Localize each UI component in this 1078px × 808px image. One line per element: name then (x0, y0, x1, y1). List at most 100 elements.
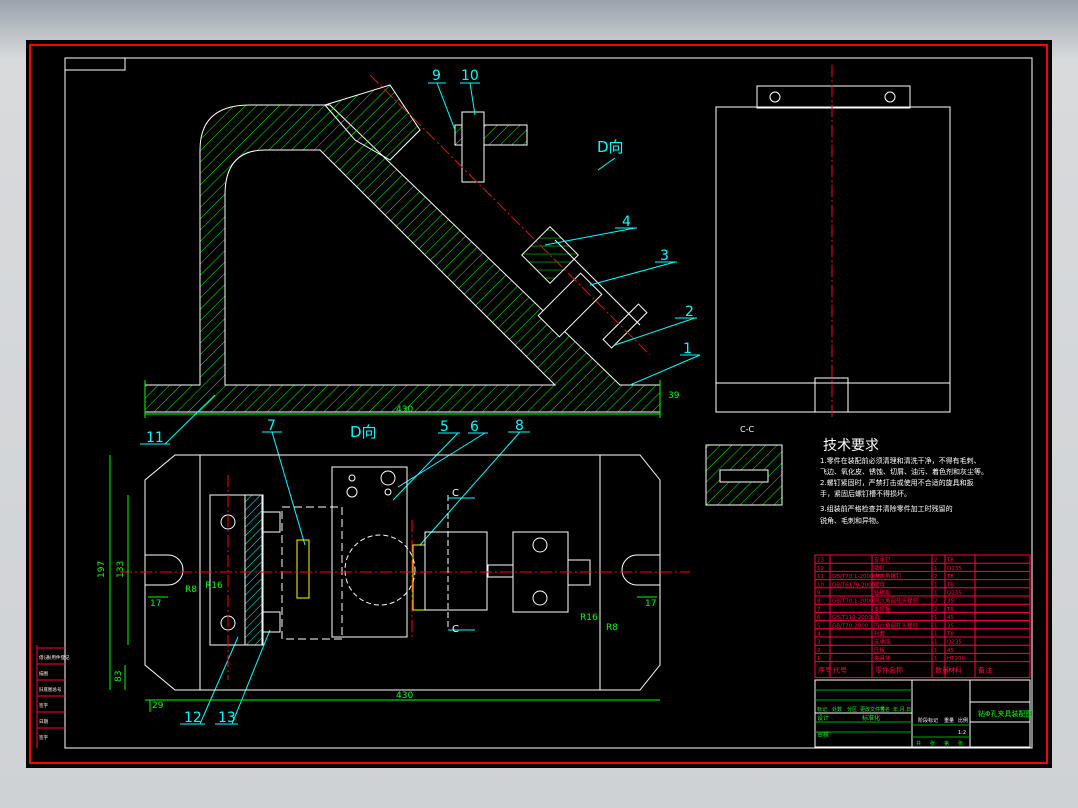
parts-cell: T8 (946, 607, 954, 613)
dim-top-length: 430 (396, 691, 413, 701)
balloon-10: 10 (461, 68, 479, 84)
parts-cell: 销 (874, 613, 880, 621)
parts-cell: 支承钉 (874, 556, 891, 564)
parts-cell: T8 (946, 582, 954, 588)
view-label-d: D向 (597, 138, 624, 156)
parts-cell: HT200 (947, 656, 965, 662)
parts-cell: 1 (934, 582, 938, 588)
tech-line: 1.零件在装配前必须清理和清洗干净，不得有毛刺、 (820, 456, 981, 465)
top-view (120, 454, 690, 691)
drawing-title: 钻Φ孔夹具装配图 (978, 709, 1033, 718)
dim-r16-right: R16 (580, 613, 598, 623)
dim-slot-left: 17 (150, 599, 161, 609)
parts-cell: 9 (817, 591, 821, 597)
tech-line: 锐角、毛刺和异物。 (820, 516, 883, 525)
dim-r16: R16 (205, 581, 223, 591)
view-label-d-top: D向 (350, 423, 377, 441)
tech-title: 技术要求 (823, 438, 879, 454)
dim-side-length: 430 (396, 405, 413, 415)
tb-sheets: 共 (916, 740, 921, 747)
end-view (715, 65, 951, 420)
parts-cell: 1 (934, 566, 938, 572)
tb-sheets: 第 (944, 740, 949, 747)
parts-header: 数量 (935, 666, 949, 675)
strip-label: 签字 (39, 734, 48, 741)
tb-mark: 标记 (817, 706, 827, 713)
parts-cell: T8 (946, 632, 954, 638)
parts-list: 13 支承钉 2 T812 销钉 1 Q23511 GB/T70.1-2000 M8内六角螺钉… (814, 554, 1031, 679)
tb-sign: 签名 (880, 706, 890, 713)
parts-cell: 10 (817, 582, 824, 588)
parts-cell: 45 (947, 648, 954, 654)
parts-cell: 35 (947, 623, 954, 629)
parts-cell: 1 (934, 591, 938, 597)
strip-label: 签字 (39, 702, 48, 709)
dim-top-width: 197 (97, 561, 107, 578)
parts-cell: 1 (934, 648, 938, 654)
parts-header: 材料 (948, 666, 962, 675)
tb-stage: 阶段标记 (918, 717, 938, 724)
dim-side-height: 39 (668, 391, 680, 401)
tb-sheets: 张 (930, 740, 935, 747)
section-cc: C-C (705, 425, 783, 506)
parts-header: 零件名称 (875, 666, 903, 675)
drawing-sheet: 430 39 D向 D向 1 2 3 4 5 6 7 8 9 10 11 12 … (26, 40, 1052, 768)
parts-cell: 2 (934, 599, 938, 605)
parts-cell: 2 (934, 558, 938, 564)
parts-header: 备注 (978, 666, 992, 675)
parts-cell: Q235 (947, 640, 962, 646)
tech-line: 2.螺钉紧固时，严禁打击或使用不合适的旋具和扳 (820, 478, 974, 487)
dim-top-inner: 133 (116, 561, 126, 578)
parts-cell: T8 (946, 574, 954, 580)
parts-cell: Q235 (947, 566, 962, 572)
parts-cell: GB/T119-2000 (832, 615, 872, 621)
section-arrow-bottom: C (452, 624, 459, 635)
parts-cell: 压板 (874, 646, 886, 654)
parts-cell: 2 (934, 607, 938, 613)
cad-drawing: 430 39 D向 D向 1 2 3 4 5 6 7 8 9 10 11 12 … (29, 44, 1048, 764)
parts-cell: 45 (947, 615, 954, 621)
balloon-2: 2 (685, 304, 694, 320)
dim-corner-h: 83 (114, 671, 124, 682)
parts-cell: 2 (934, 574, 938, 580)
parts-cell: 11 (817, 574, 824, 580)
parts-cell: 8 (817, 599, 821, 605)
parts-cell: 6 (817, 615, 821, 621)
parts-header: 序号 (818, 666, 832, 675)
side-view: 430 39 D向 D向 (144, 74, 680, 441)
tb-zone: 分区 (847, 706, 857, 713)
parts-cell: 5 (817, 623, 821, 629)
parts-cell: GB/T6170-2000 (832, 582, 876, 588)
balloon-5: 5 (440, 419, 449, 435)
balloon-8: 8 (515, 418, 524, 434)
parts-cell: 1 (934, 623, 938, 629)
tech-line: 飞边、氧化皮、锈蚀、切屑、油污、着色剂和灰尘等。 (820, 467, 988, 476)
parts-cell: 内六角螺钉 (874, 572, 902, 580)
tb-check: 审核 (817, 731, 829, 739)
parts-cell: 螺母 (874, 580, 886, 588)
parts-cell: 3 (817, 640, 821, 646)
parts-cell: 支撑板 (874, 605, 891, 613)
balloon-12: 12 (184, 710, 202, 726)
parts-cell: 支承座 (874, 638, 891, 646)
dim-slot-right: 17 (645, 599, 656, 609)
dim-r8: R8 (185, 585, 197, 595)
parts-cell: 7 (817, 607, 821, 613)
parts-cell: 衬套 (874, 630, 886, 638)
parts-cell: 1 (934, 640, 938, 646)
parts-cell: 13 (817, 558, 824, 564)
parts-cell: GB/T70-2000 (832, 623, 869, 629)
parts-cell: 1 (934, 632, 938, 638)
balloon-13: 13 (218, 710, 236, 726)
parts-cell: 钻模板 (874, 589, 891, 597)
tb-design: 设计 (817, 714, 829, 722)
parts-cell: 2 (817, 648, 821, 654)
parts-cell: 1 (934, 615, 938, 621)
section-label: C-C (740, 425, 754, 434)
tech-line: 3.组装前严格检查并清除零件加工时残留的 (820, 504, 953, 513)
parts-cell: 内六角圆柱头螺钉 (874, 621, 919, 629)
strip-label: 描图 (39, 670, 48, 677)
balloon-7: 7 (267, 418, 276, 434)
dim-r8-right: R8 (606, 623, 618, 633)
balloon-3: 3 (660, 248, 669, 264)
